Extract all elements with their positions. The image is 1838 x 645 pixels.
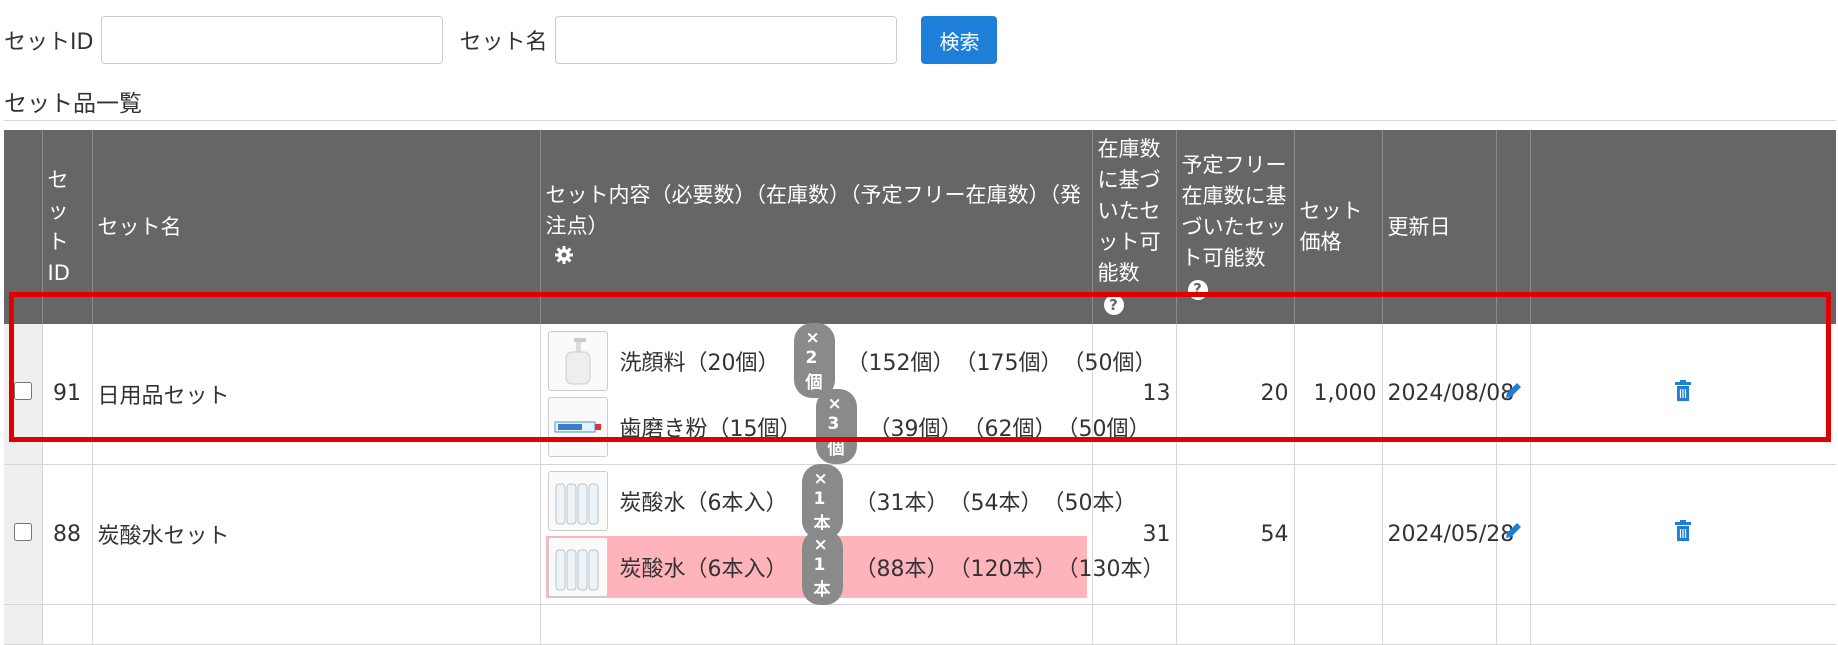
row-checkbox[interactable]: [13, 522, 32, 541]
set-item-below-reorder: 炭酸水（6本入） × 1本 （88本） （120本） （130本）: [545, 529, 1165, 605]
set-item: 歯磨き粉（15個） × 3個 （39個） （62個） （50個）: [546, 389, 1151, 465]
row-checkbox[interactable]: [13, 382, 32, 401]
price-cell: 1,000: [1294, 324, 1383, 465]
toothpaste-thumbnail: [547, 396, 608, 457]
updated-cell: 2024/08/08: [1382, 324, 1514, 465]
header-contents-label: セット内容（必要数）（在庫数）（予定フリー在庫数）（発注点）: [545, 183, 1082, 239]
set-contents-cell: 炭酸水（6本入） × 1本 （31本） （54本） （50本） 炭酸水（6本入）…: [540, 463, 1165, 605]
set-name-input[interactable]: [555, 16, 898, 64]
item-name: 炭酸水（6本入）: [619, 557, 788, 582]
set-id-cell: 88: [42, 464, 93, 605]
set-id-input[interactable]: [101, 16, 444, 64]
header-contents: セット内容（必要数）（在庫数）（予定フリー在庫数）（発注点）: [540, 130, 1093, 324]
price-cell: [1294, 464, 1383, 605]
header-available-by-free: 予定フリー在庫数に基づいたセット可能数 ?: [1176, 130, 1295, 324]
item-reorder-point: （50個）: [1056, 416, 1151, 442]
header-available-by-free-label: 予定フリー在庫数に基づいたセット可能数: [1181, 152, 1287, 270]
delete-cell: [1530, 324, 1836, 465]
item-name: 洗顔料（20個）: [619, 350, 780, 376]
search-button[interactable]: 検索: [921, 16, 998, 64]
search-bar: セットID セット名 検索: [0, 14, 998, 66]
item-stock: （152個）: [846, 350, 955, 376]
available-by-free-cell: 54: [1176, 464, 1295, 605]
pencil-icon[interactable]: [1503, 382, 1523, 407]
quantity-badge: × 3個: [815, 389, 857, 465]
item-reorder-point: （50個）: [1062, 350, 1157, 376]
gear-icon[interactable]: [554, 243, 574, 274]
quantity-badge: × 1本: [801, 529, 843, 605]
table-row: 91 日用品セット 洗顔料（20個） × 2個 （152個） （175個） （5…: [4, 323, 1836, 465]
water-bottles-thumbnail: [547, 471, 608, 531]
header-set-id[interactable]: セットID: [42, 130, 93, 324]
trash-icon[interactable]: [1674, 379, 1692, 408]
header-available-by-stock: 在庫数に基づいたセット可能数 ?: [1092, 130, 1177, 324]
item-reorder-point: （130本）: [1056, 557, 1165, 582]
set-name-cell: 炭酸水セット: [92, 464, 541, 605]
item-name: 炭酸水（6本入）: [619, 491, 788, 516]
table-header-row: セットID セット名 セット内容（必要数）（在庫数）（予定フリー在庫数）（発注点…: [4, 130, 1836, 324]
row-checkbox-cell: [4, 324, 43, 465]
set-contents-cell: 洗顔料（20個） × 2個 （152個） （175個） （50個） 歯磨き粉（1…: [540, 323, 1157, 465]
set-table: セットID セット名 セット内容（必要数）（在庫数）（予定フリー在庫数）（発注点…: [4, 130, 1836, 645]
header-delete: [1530, 130, 1836, 324]
set-id-cell: 91: [42, 324, 93, 465]
item-reorder-point: （50本）: [1042, 491, 1137, 516]
set-item: 炭酸水（6本入） × 1本 （31本） （54本） （50本）: [546, 463, 1137, 539]
trash-icon[interactable]: [1674, 520, 1692, 548]
delete-cell: [1530, 464, 1836, 605]
soap-bottle-thumbnail: [547, 330, 608, 391]
header-set-name[interactable]: セット名: [92, 130, 541, 324]
item-free-stock: （120本）: [948, 557, 1057, 582]
header-price[interactable]: セット価格: [1294, 130, 1383, 324]
updated-cell: 2024/05/28: [1382, 464, 1514, 605]
item-name: 歯磨き粉（15個）: [619, 416, 802, 442]
help-icon[interactable]: ?: [1103, 295, 1124, 315]
row-checkbox-cell: [4, 464, 43, 605]
pencil-icon[interactable]: [1503, 522, 1523, 547]
item-stock: （39個）: [868, 416, 963, 442]
item-free-stock: （62個）: [962, 416, 1057, 442]
item-stock: （31本）: [854, 491, 949, 516]
item-free-stock: （175個）: [954, 350, 1063, 376]
table-row: [4, 604, 1836, 645]
item-free-stock: （54本）: [948, 491, 1043, 516]
table-row: 88 炭酸水セット 炭酸水（6本入） × 1本 （31本） （54本） （50本…: [4, 463, 1836, 605]
available-by-free-cell: 20: [1176, 324, 1295, 465]
header-available-by-stock-label: 在庫数に基づいたセット可能数: [1097, 137, 1161, 285]
section-title: セット品一覧: [4, 91, 142, 117]
quantity-badge: × 1本: [801, 463, 843, 539]
quantity-badge: × 2個: [793, 323, 835, 399]
set-id-label: セットID: [4, 30, 94, 55]
item-stock: （88本）: [854, 557, 949, 582]
header-edit: [1496, 130, 1531, 324]
water-bottles-thumbnail: [547, 537, 608, 597]
header-updated[interactable]: 更新日: [1382, 130, 1497, 324]
set-name-cell: 日用品セット: [92, 324, 541, 465]
set-item: 洗顔料（20個） × 2個 （152個） （175個） （50個）: [546, 323, 1157, 399]
section-divider: [4, 120, 1836, 121]
set-name-label: セット名: [459, 30, 548, 55]
help-icon[interactable]: ?: [1187, 279, 1208, 300]
header-checkbox: [4, 130, 43, 324]
